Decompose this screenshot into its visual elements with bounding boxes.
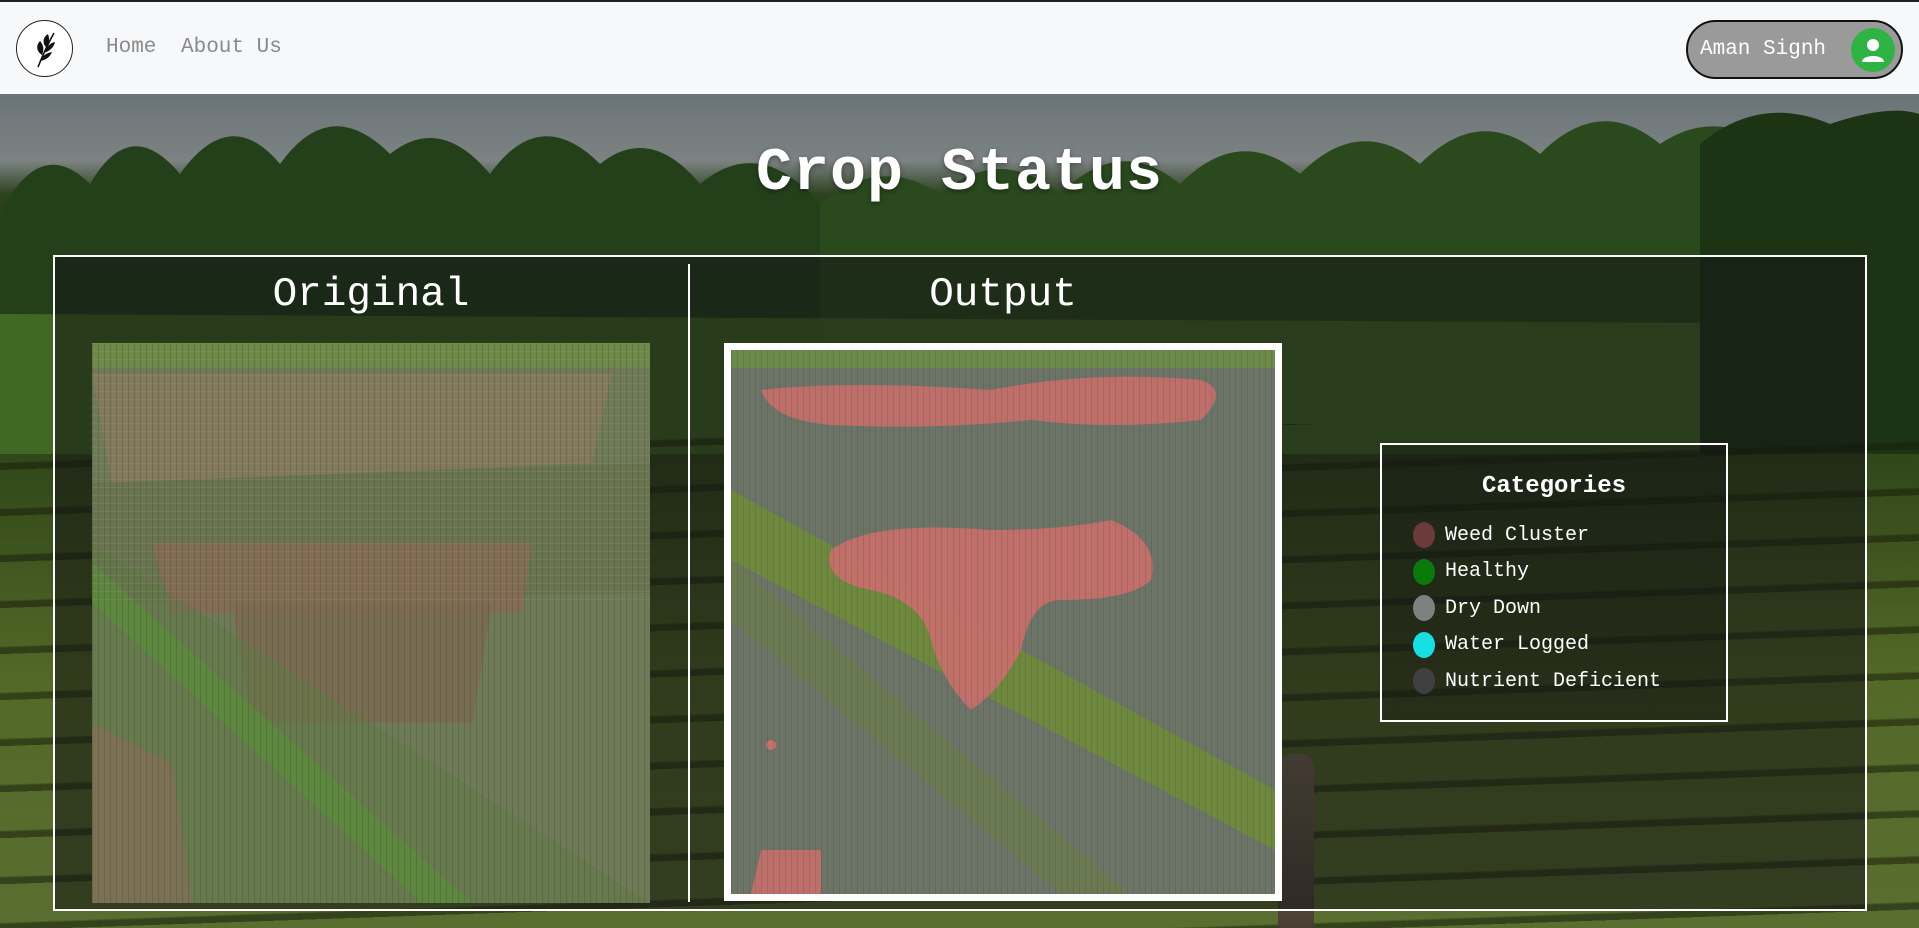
page-title: Crop Status xyxy=(755,140,1164,208)
original-aerial-image xyxy=(92,343,650,903)
legend-label: Dry Down xyxy=(1445,596,1542,620)
legend-title: Categories xyxy=(1481,473,1627,500)
legend-color-dot xyxy=(1413,522,1435,548)
wheat-leaf-icon xyxy=(36,32,55,67)
legend-item: Dry Down xyxy=(1413,593,1541,623)
nav-link-home[interactable]: Home xyxy=(106,36,156,59)
legend-item: Healthy xyxy=(1413,557,1529,587)
legend-color-dot xyxy=(1413,631,1435,658)
legend-label: Nutrient Deficient xyxy=(1445,669,1662,693)
legend-label: Water Logged xyxy=(1445,633,1590,656)
legend-label: Healthy xyxy=(1445,560,1530,583)
original-heading: Original xyxy=(272,272,470,318)
legend-color-dot xyxy=(1413,558,1435,585)
top-navbar: Home About Us Aman Signh xyxy=(0,0,1919,94)
column-divider xyxy=(688,264,690,902)
output-segmentation-image xyxy=(724,343,1282,901)
legend-item: Nutrient Deficient xyxy=(1413,666,1661,696)
legend-label: Weed Cluster xyxy=(1445,523,1590,547)
user-name: Aman Signh xyxy=(1700,38,1827,61)
legend-item: Water Logged xyxy=(1413,630,1589,660)
legend-color-dot xyxy=(1413,595,1435,621)
user-menu-button[interactable]: Aman Signh xyxy=(1686,20,1903,79)
output-heading: Output xyxy=(929,272,1077,318)
legend-item: Weed Cluster xyxy=(1413,520,1589,550)
legend-color-dot xyxy=(1413,668,1435,694)
nav-link-about-us[interactable]: About Us xyxy=(181,36,282,59)
user-avatar-icon xyxy=(1851,28,1895,72)
logo[interactable] xyxy=(16,20,73,77)
